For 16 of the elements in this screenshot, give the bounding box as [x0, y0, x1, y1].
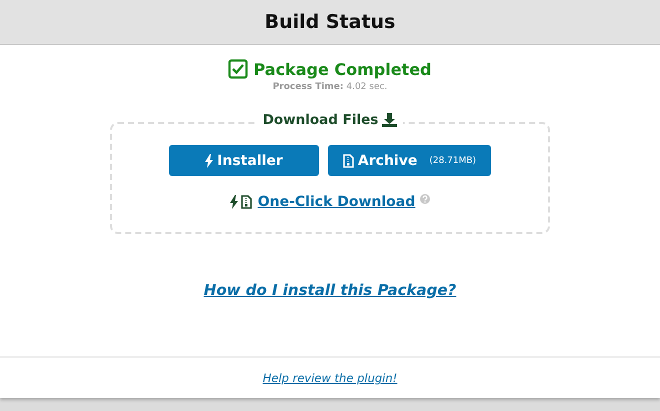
lightning-icon [230, 195, 238, 209]
lightning-icon [205, 154, 214, 168]
window-title: Build Status [264, 11, 396, 33]
process-time: Process Time: 4.02 sec. [272, 82, 388, 92]
zip-file-icon [240, 195, 252, 209]
status-title: Package Completed [253, 60, 432, 78]
download-heading: Download Files [262, 112, 378, 128]
review-link[interactable]: Help review the plugin! [262, 371, 398, 385]
installer-button[interactable]: Installer [169, 145, 319, 176]
zip-file-icon [342, 154, 354, 168]
archive-button[interactable]: Archive (28.71MB) [328, 145, 491, 176]
checkbox-icon [228, 59, 248, 79]
help-icon[interactable] [420, 194, 430, 204]
download-icon [382, 113, 398, 127]
install-help-link[interactable]: How do I install this Package? [204, 281, 456, 299]
one-click-download-link[interactable]: One-Click Download [258, 194, 416, 210]
